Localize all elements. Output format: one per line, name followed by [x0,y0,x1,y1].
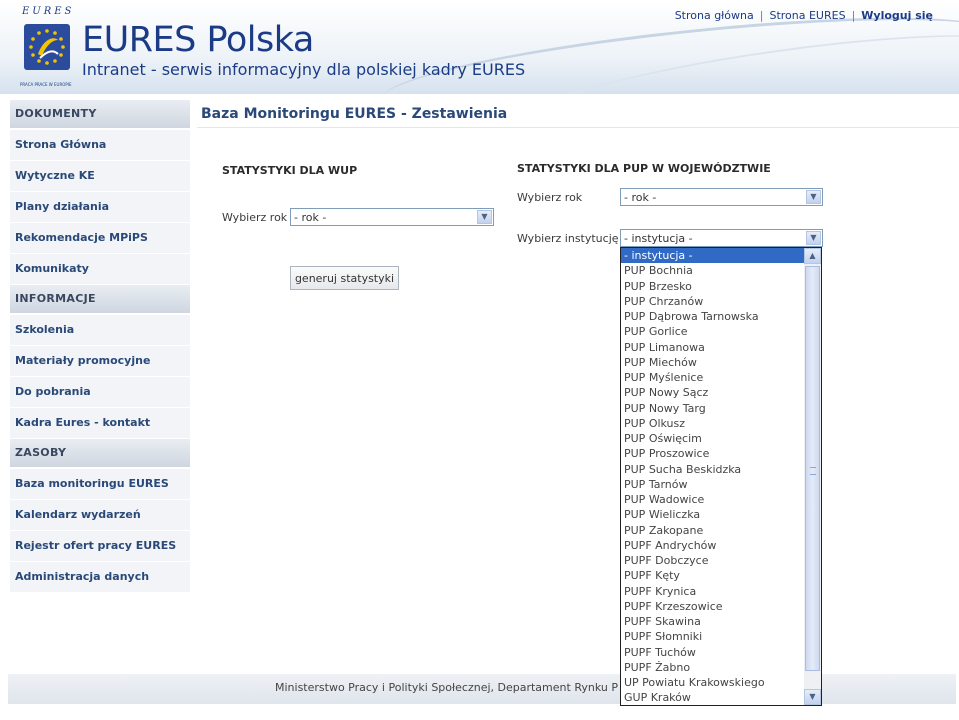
eures-link[interactable]: Strona EURES [769,9,845,22]
dropdown-option[interactable]: PUP Tarnów [621,477,804,492]
dropdown-option[interactable]: GUP Kraków [621,690,804,705]
sidebar-item-do-pobrania[interactable]: Do pobrania [10,377,190,408]
pup-year-select[interactable]: - rok - ▼ [620,188,823,206]
site-subtitle: Intranet - serwis informacyjny dla polsk… [82,60,526,79]
pup-institution-value: - instytucja - [624,232,693,245]
dropdown-option[interactable]: PUP Sucha Beskidzka [621,462,804,477]
title-divider [197,127,959,128]
dropdown-option[interactable]: PUP Gorlice [621,324,804,339]
scrollbar-thumb[interactable] [805,266,820,671]
institution-dropdown-list[interactable]: - instytucja - PUP Bochnia PUP Brzesko PUP … [620,247,822,706]
dropdown-option[interactable]: PUP Miechów [621,355,804,370]
wup-heading: STATYSTYKI DLA WUP [222,164,358,177]
dropdown-option[interactable]: PUP Wadowice [621,492,804,507]
pup-year-value: - rok - [624,191,657,204]
sidebar-item-rejestr-ofert[interactable]: Rejestr ofert pracy EURES [10,531,190,562]
logout-link[interactable]: Wyloguj się [861,9,933,22]
sidebar-item-administracja[interactable]: Administracja danych [10,562,190,593]
wup-year-label: Wybierz rok [222,211,288,224]
dropdown-option[interactable]: PUP Chrzanów [621,294,804,309]
logo-tagline: PRACA PRACE W EUROPIE [20,82,72,87]
wup-year-select[interactable]: - rok - ▼ [290,208,494,226]
wup-year-value: - rok - [294,211,327,224]
sidebar-item-kalendarz[interactable]: Kalendarz wydarzeń [10,500,190,531]
sidebar-item-strona-glowna[interactable]: Strona Główna [10,130,190,161]
dropdown-option[interactable]: PUPF Słomniki [621,629,804,644]
sidebar-item-kadra-kontakt[interactable]: Kadra Eures - kontakt [10,408,190,439]
chevron-up-icon[interactable]: ▲ [804,248,821,264]
logo-wordmark: EURES [22,6,75,17]
grip-icon [810,467,816,475]
dropdown-option[interactable]: PUPF Krynica [621,584,804,599]
dropdown-option[interactable]: PUP Wieliczka [621,507,804,522]
header-banner: EURES PRACA PRACE W EUROPIE EURES Polska… [0,0,959,94]
eu-stars-icon [24,24,70,70]
generate-stats-button[interactable]: generuj statystyki [290,266,399,290]
pup-institution-label: Wybierz instytucję [517,232,619,245]
dropdown-option[interactable]: PUPF Kęty [621,568,804,583]
sidebar-section-informacje: INFORMACJE [10,285,190,313]
dropdown-option[interactable]: - instytucja - [621,248,804,264]
dropdown-option[interactable]: UP Powiatu Krakowskiego [621,675,804,690]
page-title: Baza Monitoringu EURES - Zestawienia [201,106,508,122]
dropdown-option[interactable]: PUPF Andrychów [621,538,804,553]
chevron-down-icon[interactable]: ▼ [804,689,821,705]
dropdown-options: - instytucja - PUP Bochnia PUP Brzesko PUP … [621,248,804,705]
chevron-down-icon[interactable]: ▼ [806,190,821,204]
dropdown-option[interactable]: PUP Oświęcim [621,431,804,446]
sidebar: DOKUMENTY Strona Główna Wytyczne KE Plan… [10,100,190,593]
sidebar-item-rekomendacje[interactable]: Rekomendacje MPiPS [10,223,190,254]
dropdown-option[interactable]: PUP Olkusz [621,416,804,431]
dropdown-option[interactable]: PUP Nowy Targ [621,401,804,416]
dropdown-option[interactable]: PUPF Tuchów [621,645,804,660]
sidebar-item-komunikaty[interactable]: Komunikaty [10,254,190,285]
dropdown-option[interactable]: PUP Myślenice [621,370,804,385]
sidebar-item-wytyczne-ke[interactable]: Wytyczne KE [10,161,190,192]
top-links: Strona główna | Strona EURES | Wyloguj się [675,9,933,22]
pup-institution-select[interactable]: - instytucja - ▼ [620,229,823,247]
dropdown-option[interactable]: PUPF Dobczyce [621,553,804,568]
dropdown-option[interactable]: PUPF Żabno [621,660,804,675]
chevron-down-icon[interactable]: ▼ [806,231,821,245]
pup-year-label: Wybierz rok [517,191,583,204]
site-brand: EURES Polska [82,20,314,60]
footer-text-wrap: Ministerstwo Pracy i Polityki Społecznej… [275,681,620,697]
dropdown-option[interactable]: PUP Nowy Sącz [621,385,804,400]
sidebar-item-plany-dzialania[interactable]: Plany działania [10,192,190,223]
footer-text: Ministerstwo Pracy i Polityki Społecznej… [275,681,618,694]
dropdown-option[interactable]: PUP Brzesko [621,279,804,294]
dropdown-option[interactable]: PUP Zakopane [621,523,804,538]
sidebar-item-szkolenia[interactable]: Szkolenia [10,315,190,346]
dropdown-option[interactable]: PUP Dąbrowa Tarnowska [621,309,804,324]
dropdown-option[interactable]: PUPF Skawina [621,614,804,629]
sidebar-section-zasoby: ZASOBY [10,439,190,467]
sidebar-item-materialy[interactable]: Materiały promocyjne [10,346,190,377]
chevron-down-icon[interactable]: ▼ [477,210,492,224]
sidebar-section-dokumenty: DOKUMENTY [10,100,190,128]
sidebar-item-baza-monitoringu[interactable]: Baza monitoringu EURES [10,469,190,500]
dropdown-option[interactable]: PUP Limanowa [621,340,804,355]
dropdown-option[interactable]: PUPF Krzeszowice [621,599,804,614]
home-link[interactable]: Strona główna [675,9,754,22]
link-separator: | [851,9,856,22]
dropdown-option[interactable]: PUP Proszowice [621,446,804,461]
eures-logo[interactable]: EURES PRACA PRACE W EUROPIE [18,6,78,92]
link-separator: | [759,9,764,22]
pup-heading: STATYSTYKI DLA PUP W WOJEWÓDZTWIE [517,162,771,175]
dropdown-option[interactable]: PUP Bochnia [621,263,804,278]
dropdown-scrollbar[interactable]: ▲ ▼ [804,248,821,705]
